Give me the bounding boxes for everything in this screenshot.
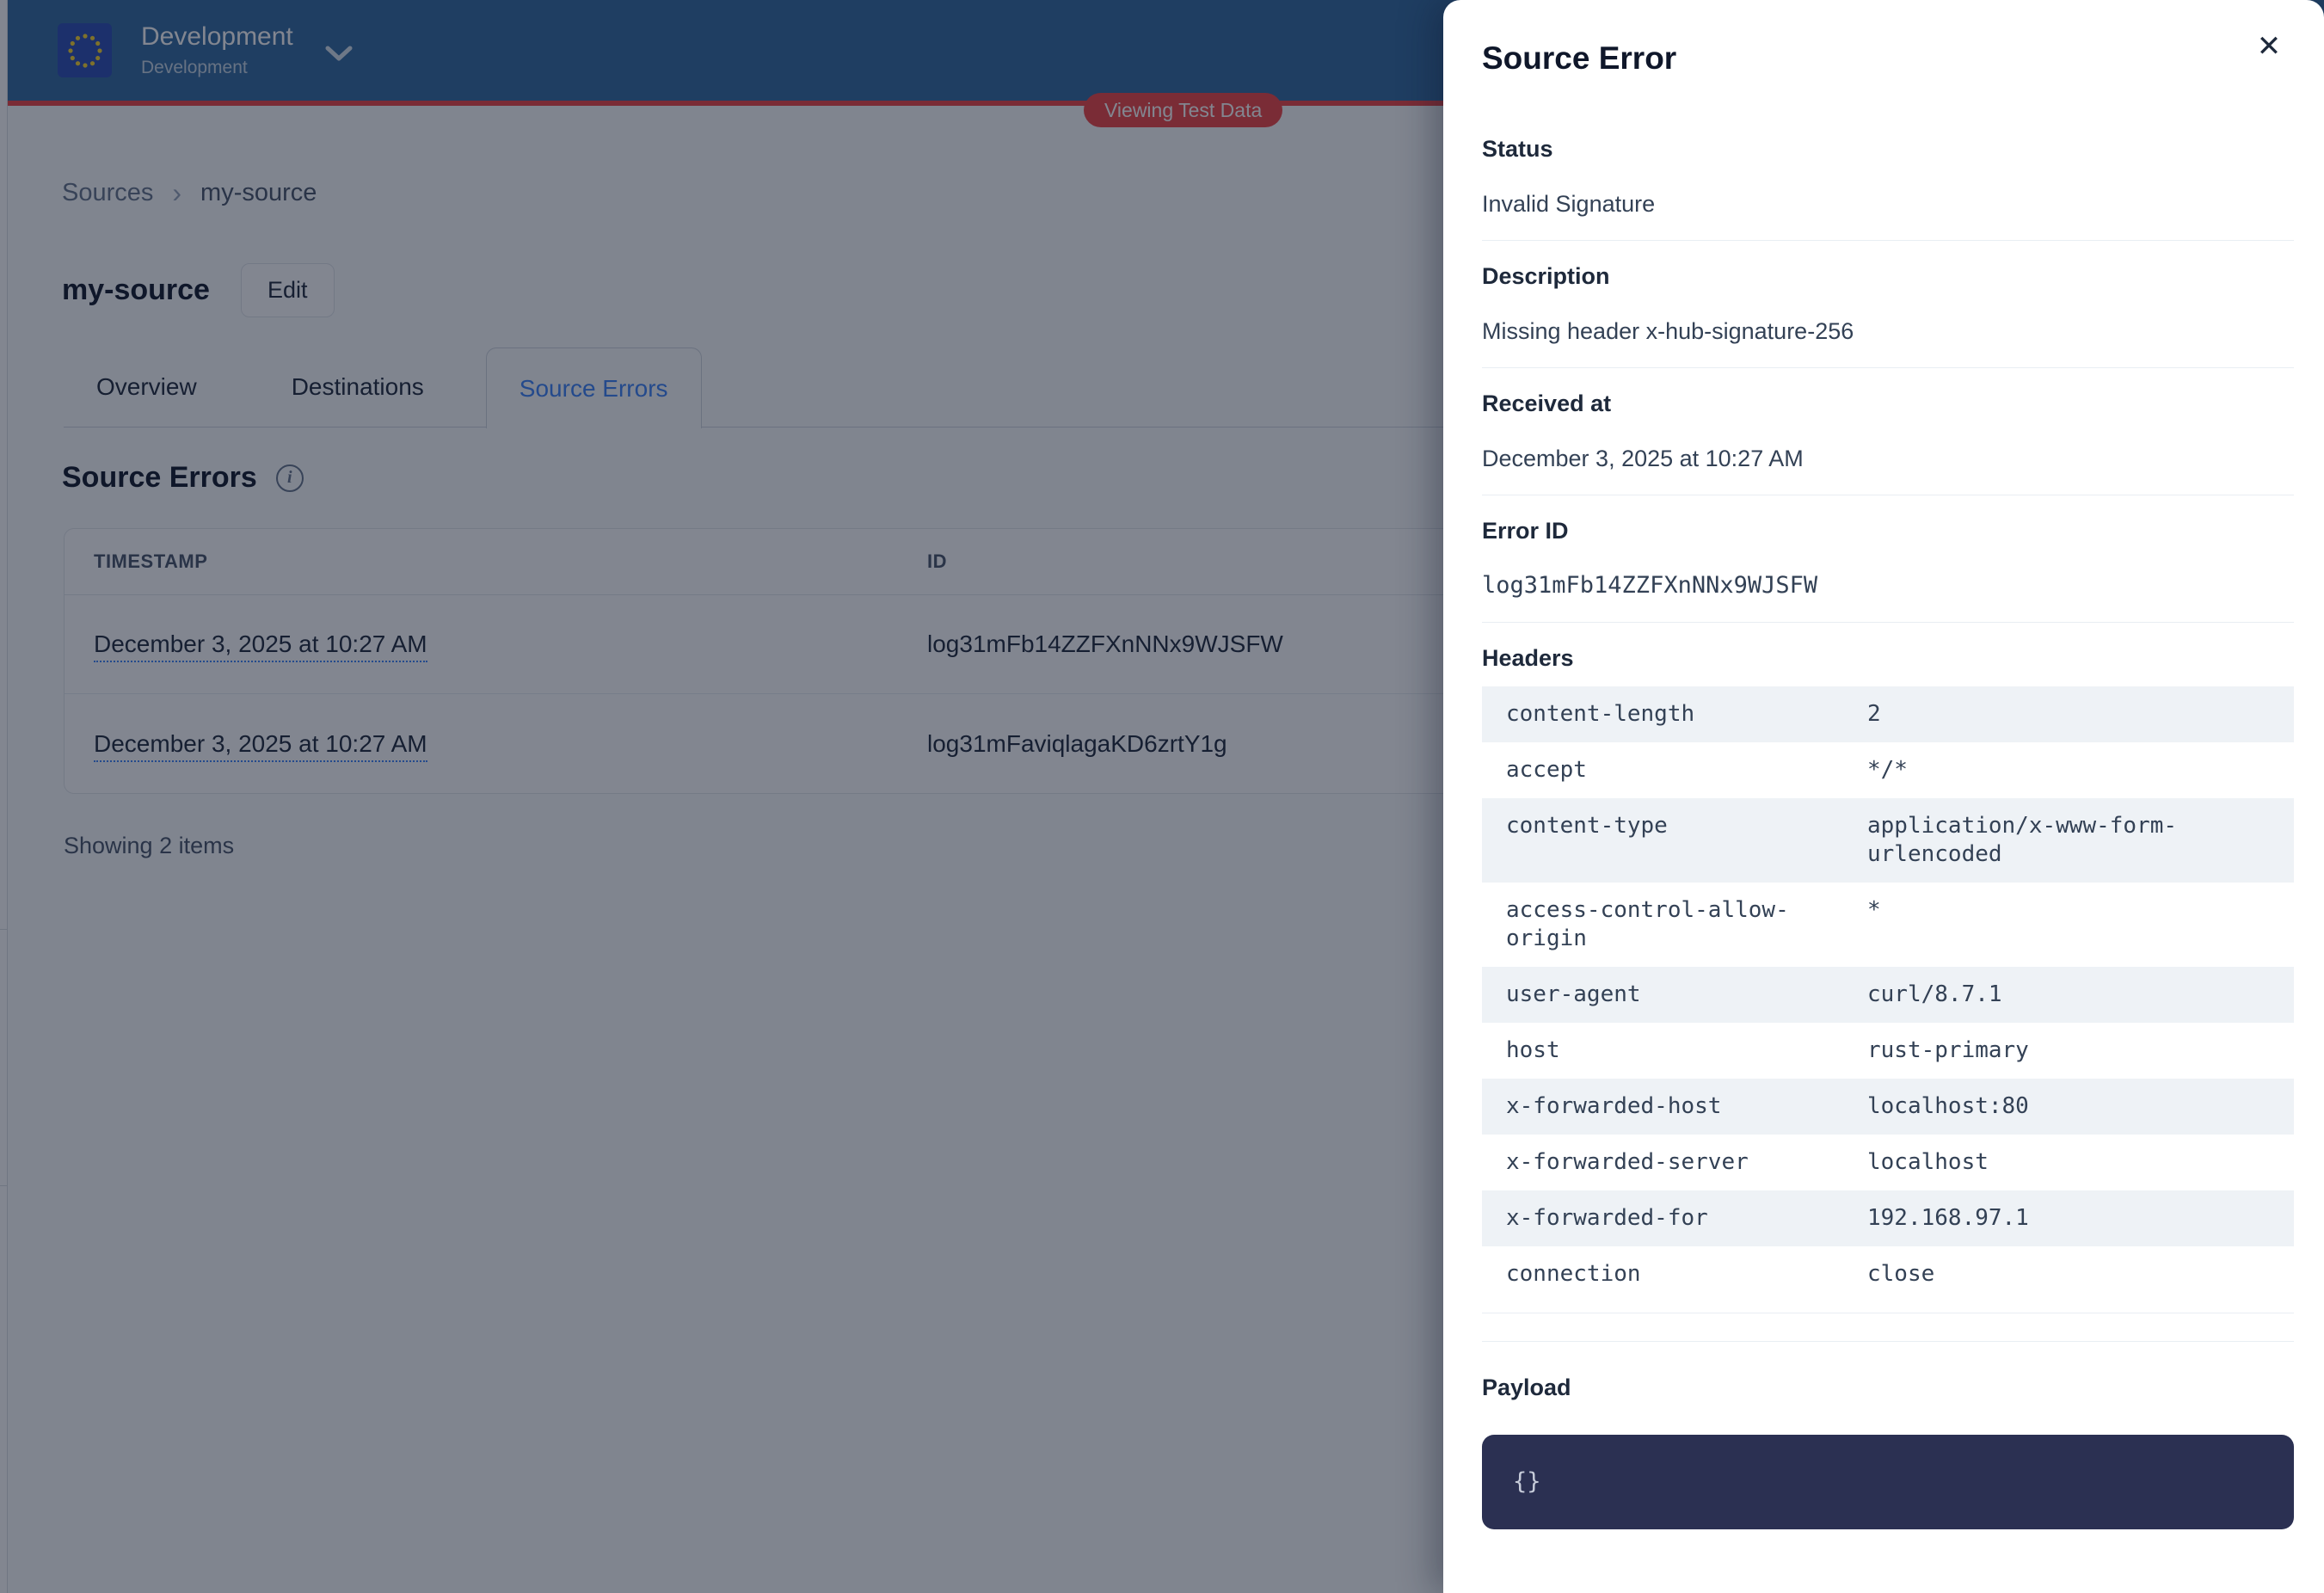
description-value: Missing header x-hub-signature-256 bbox=[1482, 317, 2294, 346]
drawer-title: Source Error bbox=[1482, 38, 2294, 79]
headers-label: Headers bbox=[1482, 643, 2294, 673]
header-row: accept */* bbox=[1482, 742, 2294, 798]
error-id-label: Error ID bbox=[1482, 516, 2294, 545]
received-at-value: December 3, 2025 at 10:27 AM bbox=[1482, 444, 2294, 473]
header-row: content-length 2 bbox=[1482, 686, 2294, 742]
divider bbox=[1482, 240, 2294, 241]
header-row: content-type application/x-www-form-urle… bbox=[1482, 798, 2294, 883]
divider bbox=[1482, 622, 2294, 623]
divider bbox=[1482, 367, 2294, 368]
header-row: connection close bbox=[1482, 1246, 2294, 1302]
error-id-value: log31mFb14ZZFXnNNx9WJSFW bbox=[1482, 571, 2294, 600]
header-row: host rust-primary bbox=[1482, 1023, 2294, 1079]
close-icon[interactable]: ✕ bbox=[2248, 26, 2290, 67]
source-error-drawer: ✕ Source Error Status Invalid Signature … bbox=[1443, 0, 2324, 1593]
status-label: Status bbox=[1482, 134, 2294, 163]
received-at-label: Received at bbox=[1482, 389, 2294, 418]
header-row: x-forwarded-server localhost bbox=[1482, 1135, 2294, 1190]
divider bbox=[1482, 1341, 2294, 1342]
headers-table: content-length 2 accept */* content-type… bbox=[1482, 686, 2294, 1302]
payload-label: Payload bbox=[1482, 1373, 2294, 1402]
status-value: Invalid Signature bbox=[1482, 189, 2294, 218]
header-row: x-forwarded-host localhost:80 bbox=[1482, 1079, 2294, 1135]
screen: Development Development Viewing Test Dat… bbox=[0, 0, 2324, 1593]
header-row: user-agent curl/8.7.1 bbox=[1482, 967, 2294, 1023]
header-row: access-control-allow-origin * bbox=[1482, 883, 2294, 967]
header-row: x-forwarded-for 192.168.97.1 bbox=[1482, 1190, 2294, 1246]
description-label: Description bbox=[1482, 261, 2294, 291]
payload-code-block: {} bbox=[1482, 1435, 2294, 1529]
